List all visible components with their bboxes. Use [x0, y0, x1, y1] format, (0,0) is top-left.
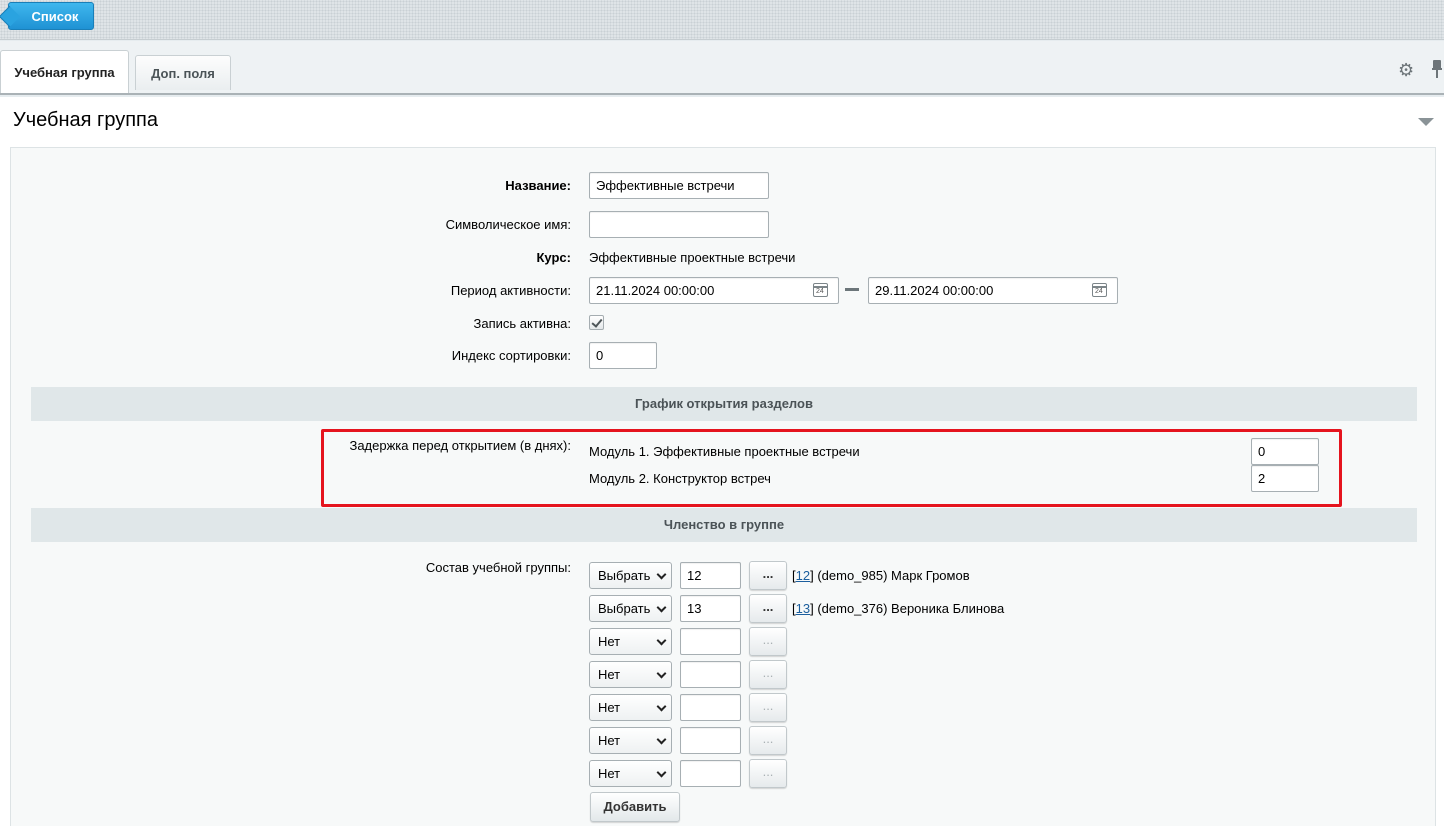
member-select-4[interactable]: Нет	[589, 661, 672, 688]
member-select-7-value: Нет	[598, 766, 621, 781]
member-browse-button-1[interactable]: ...	[749, 561, 787, 590]
chevron-down-icon	[656, 734, 667, 745]
member-select-1[interactable]: Выбрать	[589, 562, 672, 589]
member-select-1-value: Выбрать	[598, 568, 651, 583]
tabs-bar: Учебная группа Доп. поля	[0, 41, 1444, 95]
member-select-6-value: Нет	[598, 733, 621, 748]
member-id-field-1[interactable]: 12	[680, 562, 741, 589]
member-select-5-value: Нет	[598, 700, 621, 715]
chevron-down-icon	[656, 701, 667, 712]
member-id-field-6[interactable]	[680, 727, 741, 754]
member-browse-button-4[interactable]: ...	[749, 660, 787, 689]
chevron-down-icon	[656, 668, 667, 679]
tab-extra-fields[interactable]: Доп. поля	[135, 55, 231, 90]
form-area: Название: Эффективные встречи Символичес…	[10, 147, 1436, 826]
chevron-down-icon	[656, 602, 667, 613]
sort-field[interactable]: 0	[589, 342, 657, 369]
name-field[interactable]: Эффективные встречи	[589, 172, 769, 199]
code-label: Символическое имя:	[445, 217, 571, 232]
calendar-from-icon[interactable]: 24	[813, 283, 828, 297]
member-select-7[interactable]: Нет	[589, 760, 672, 787]
member-id-field-2[interactable]: 13	[680, 595, 741, 622]
member-desc-1: (demo_985) Марк Громов	[817, 568, 970, 583]
period-dash	[845, 288, 859, 291]
member-id-field-7[interactable]	[680, 760, 741, 787]
members-label: Состав учебной группы:	[425, 560, 571, 575]
member-select-5[interactable]: Нет	[589, 694, 672, 721]
list-button-label: Список	[31, 8, 79, 24]
member-browse-button-7[interactable]: ...	[749, 759, 787, 788]
membership-section-header: Членство в группе	[31, 508, 1417, 542]
member-desc-2: (demo_376) Вероника Блинова	[817, 601, 1005, 616]
code-field[interactable]	[589, 211, 769, 238]
member-browse-button-5[interactable]: ...	[749, 693, 787, 722]
member-select-3[interactable]: Нет	[589, 628, 672, 655]
member-select-4-value: Нет	[598, 667, 621, 682]
tab-study-group-label: Учебная группа	[14, 64, 115, 80]
highlight-box	[321, 429, 1342, 507]
calendar-to-icon[interactable]: 24	[1092, 283, 1107, 297]
course-label: Курс:	[536, 250, 572, 265]
active-label: Запись активна:	[473, 316, 571, 331]
active-checkbox[interactable]	[589, 315, 604, 330]
member-link-1[interactable]: 12	[796, 568, 810, 583]
period-to-field[interactable]: 29.11.2024 00:00:00	[868, 277, 1118, 304]
tab-study-group[interactable]: Учебная группа	[0, 50, 129, 93]
member-select-2-value: Выбрать	[598, 601, 651, 616]
schedule-section-header: График открытия разделов	[31, 387, 1417, 421]
chevron-down-icon	[656, 635, 667, 646]
content-panel: Учебная группа Название: Эффективные вст…	[0, 97, 1444, 826]
calendar-to-day: 24	[1095, 288, 1103, 295]
page-title: Учебная группа	[13, 109, 159, 131]
pin-icon[interactable]	[1432, 60, 1442, 78]
member-select-3-value: Нет	[598, 634, 621, 649]
gear-icon[interactable]: ⚙	[1398, 61, 1414, 79]
member-id-field-5[interactable]	[680, 694, 741, 721]
list-button[interactable]: Список	[8, 2, 94, 30]
period-label: Период активности:	[450, 283, 571, 298]
calendar-from-day: 24	[816, 288, 824, 295]
member-info-2: [13] (demo_376) Вероника Блинова	[792, 601, 1005, 616]
member-id-field-4[interactable]	[680, 661, 741, 688]
member-id-field-3[interactable]	[680, 628, 741, 655]
chevron-down-icon	[656, 767, 667, 778]
member-browse-button-2[interactable]: ...	[749, 594, 787, 623]
collapse-arrow-icon[interactable]	[1418, 118, 1434, 126]
member-select-6[interactable]: Нет	[589, 727, 672, 754]
member-browse-button-6[interactable]: ...	[749, 726, 787, 755]
add-member-button[interactable]: Добавить	[590, 792, 680, 822]
member-browse-button-3[interactable]: ...	[749, 627, 787, 656]
top-toolbar: Список	[0, 0, 1444, 40]
tab-extra-fields-label: Доп. поля	[151, 65, 215, 81]
chevron-down-icon	[656, 569, 667, 580]
period-from-field[interactable]: 21.11.2024 00:00:00	[589, 277, 839, 304]
member-link-2[interactable]: 13	[796, 601, 810, 616]
course-value: Эффективные проектные встречи	[589, 250, 796, 265]
member-select-2[interactable]: Выбрать	[589, 595, 672, 622]
sort-label: Индекс сортировки:	[451, 348, 571, 363]
member-info-1: [12] (demo_985) Марк Громов	[792, 568, 970, 583]
name-label: Название:	[505, 178, 571, 193]
